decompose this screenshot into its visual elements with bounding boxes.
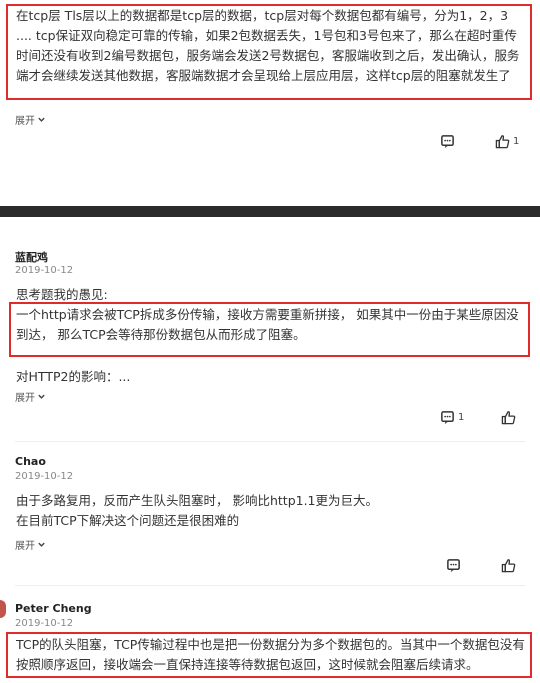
like-button[interactable]: 1	[495, 134, 519, 149]
comment-date: 2019-10-12	[15, 618, 74, 629]
expand-link[interactable]: 展开	[15, 112, 46, 127]
comment-date: 2019-10-12	[15, 265, 74, 276]
comment-author: 蓝配鸡	[15, 251, 48, 264]
like-count: 1	[513, 136, 520, 147]
comment-icon	[446, 558, 461, 573]
like-button[interactable]	[501, 410, 516, 425]
expand-label: 展开	[15, 116, 35, 127]
comment-extra: 对HTTP2的影响：...	[16, 369, 131, 384]
comment-author: Chao	[15, 455, 46, 468]
comment-text: 在tcp层 Tls层以上的数据都是tcp层的数据，tcp层对每个数据包都有编号，…	[16, 8, 520, 83]
comment-highlight: TCP的队头阻塞，TCP传输过程中也是把一份数据分为多个数据包的。当其中一个数据…	[16, 637, 525, 672]
expand-link[interactable]: 展开	[15, 389, 46, 404]
expand-label: 展开	[15, 393, 35, 404]
comment-icon	[440, 410, 455, 425]
thumbs-up-icon	[495, 134, 510, 149]
reply-button[interactable]	[440, 134, 455, 149]
chevron-down-icon	[37, 540, 46, 549]
expand-link[interactable]: 展开	[15, 537, 46, 552]
comment-author: Peter Cheng	[15, 602, 92, 615]
thumbs-up-icon	[501, 410, 516, 425]
comment-date: 2019-10-12	[15, 471, 74, 482]
like-button[interactable]	[501, 558, 516, 573]
reply-count: 1	[458, 412, 465, 423]
comment-icon	[440, 134, 455, 149]
comment-highlight: 一个http请求会被TCP拆成多份传输，接收方需要重新拼接， 如果其中一份由于某…	[16, 307, 519, 342]
section-divider	[0, 206, 540, 217]
expand-label: 展开	[15, 541, 35, 552]
chevron-down-icon	[37, 392, 46, 401]
comment-line: 在目前TCP下解决这个问题还是很困难的	[16, 513, 240, 528]
comment-separator	[15, 441, 525, 442]
chevron-down-icon	[37, 115, 46, 124]
reply-button[interactable]	[446, 558, 461, 573]
thumbs-up-icon	[501, 558, 516, 573]
comment-line: 由于多路复用，反而产生队头阻塞时， 影响比http1.1更为巨大。	[16, 493, 379, 508]
comment-separator	[15, 585, 525, 586]
reply-button[interactable]: 1	[440, 410, 464, 425]
avatar	[0, 600, 6, 618]
